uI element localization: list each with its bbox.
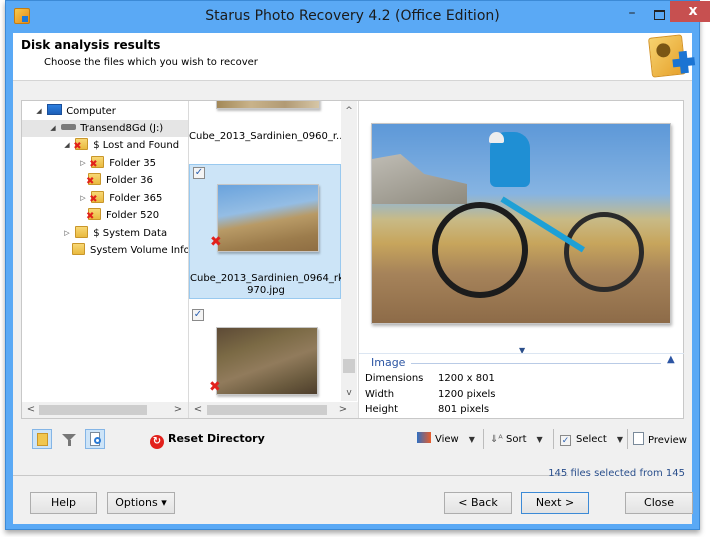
scroll-up-button[interactable]: ^ xyxy=(341,103,357,119)
checkbox-icon: ✓ xyxy=(560,435,571,446)
reset-directory-button[interactable]: ↻ Reset Directory xyxy=(150,431,265,449)
computer-icon xyxy=(47,104,63,115)
expanded-arrow-icon[interactable]: ◢ xyxy=(62,137,72,154)
deleted-folder-icon: ✖ xyxy=(73,138,89,152)
collapsed-arrow-icon[interactable]: ▷ xyxy=(78,155,88,172)
tree-horizontal-scrollbar[interactable]: < > xyxy=(22,402,188,418)
close-button[interactable]: Close xyxy=(625,492,693,514)
scrollbar-thumb[interactable] xyxy=(343,359,355,373)
tree-item-computer[interactable]: ◢ Computer xyxy=(34,103,116,120)
filter-button[interactable] xyxy=(58,429,78,449)
close-window-button[interactable]: x xyxy=(670,1,710,22)
results-panel: ◢ Computer ◢ Transend8Gd (J:) ◢ ✖ $ Lost … xyxy=(21,100,684,419)
scroll-left-button[interactable]: < xyxy=(24,402,38,418)
deleted-folder-icon: ✖ xyxy=(89,156,105,170)
page-subtitle: Choose the files which you wish to recov… xyxy=(44,57,258,68)
collapse-section-icon[interactable]: ▲ xyxy=(667,354,675,365)
find-file-button[interactable] xyxy=(85,429,105,449)
thumbnail-item-selected[interactable]: ✓ ✖ Cube_2013_Sardinien_0964_rk_ 970.jpg xyxy=(189,164,349,299)
scrollbar-thumb[interactable] xyxy=(39,405,147,415)
tree-item-folder-35[interactable]: ▷ ✖ Folder 35 xyxy=(78,155,156,172)
view-folders-toggle[interactable] xyxy=(32,429,52,449)
sort-button[interactable]: ⇓ᴬ Sort ▼ xyxy=(490,432,543,448)
preview-image xyxy=(371,123,671,324)
thumbnail-vertical-scrollbar[interactable]: ^ v xyxy=(341,101,357,401)
thumbnail-item[interactable]: ✓ ✖ xyxy=(189,306,341,401)
title-bar: Starus Photo Recovery 4.2 (Office Editio… xyxy=(6,1,710,33)
dropdown-arrow-icon[interactable]: ▼ xyxy=(469,435,475,444)
thumbnail-checkbox[interactable]: ✓ xyxy=(192,309,204,321)
tree-item-folder-520[interactable]: ✖ Folder 520 xyxy=(86,207,159,224)
scroll-down-button[interactable]: v xyxy=(341,385,357,401)
view-icon xyxy=(417,432,431,443)
deleted-folder-icon: ✖ xyxy=(86,208,101,222)
thumbnail-caption: Cube_2013_Sardinien_0964_rk_ 970.jpg xyxy=(190,273,349,296)
thumbnail-item[interactable]: Cube_2013_Sardinien_0960_r... xyxy=(189,101,346,149)
folder-tree: ◢ Computer ◢ Transend8Gd (J:) ◢ ✖ $ Lost … xyxy=(22,101,189,418)
property-row: Height 801 pixels xyxy=(365,404,490,415)
dropdown-arrow-icon[interactable]: ▼ xyxy=(537,435,543,444)
reset-icon: ↻ xyxy=(150,435,164,449)
page-title: Disk analysis results xyxy=(21,38,161,52)
property-row: Width 1200 pixels xyxy=(365,389,496,400)
tree-item-system-volume-information[interactable]: System Volume Inforr xyxy=(72,242,188,259)
deleted-folder-icon: ✖ xyxy=(89,191,105,205)
preview-button[interactable]: Preview xyxy=(633,432,687,449)
thumbnail-caption: Cube_2013_Sardinien_0960_r... xyxy=(189,131,346,142)
window-title: Starus Photo Recovery 4.2 (Office Editio… xyxy=(205,8,500,24)
thumbnail-list: Cube_2013_Sardinien_0960_r... ✓ ✖ Cube_2… xyxy=(189,101,359,418)
app-window: Starus Photo Recovery 4.2 (Office Editio… xyxy=(5,0,710,530)
minimize-button[interactable]: – xyxy=(619,5,645,25)
preview-icon xyxy=(633,432,644,445)
folder-icon xyxy=(72,243,85,255)
deleted-mark-icon: ✖ xyxy=(210,234,222,250)
wizard-header: Disk analysis results Choose the files w… xyxy=(13,33,696,81)
expanded-arrow-icon[interactable]: ◢ xyxy=(34,103,44,120)
collapsed-arrow-icon[interactable]: ▷ xyxy=(62,225,72,242)
tree-item-folder-365[interactable]: ▷ ✖ Folder 365 xyxy=(78,190,162,207)
scrollbar-thumb[interactable] xyxy=(207,405,327,415)
maximize-button[interactable] xyxy=(646,5,672,25)
next-button[interactable]: Next > xyxy=(521,492,589,514)
thumbnail-checkbox[interactable]: ✓ xyxy=(193,167,205,179)
thumbnail-image[interactable] xyxy=(216,327,318,395)
photo-recovery-logo-icon xyxy=(648,34,696,78)
tree-item-folder-36[interactable]: ✖ Folder 36 xyxy=(86,172,153,189)
drive-icon xyxy=(61,124,77,130)
expanded-arrow-icon[interactable]: ◢ xyxy=(48,120,58,137)
view-button[interactable]: View ▼ xyxy=(417,432,475,448)
back-button[interactable]: < Back xyxy=(444,492,512,514)
folder-icon xyxy=(75,226,89,238)
dialog-body: Disk analysis results Choose the files w… xyxy=(13,33,696,524)
select-button[interactable]: ✓ Select ▼ xyxy=(560,432,623,448)
tree-item-drive[interactable]: ◢ Transend8Gd (J:) xyxy=(22,120,188,137)
tree-item-system-data[interactable]: ▷ $ System Data xyxy=(62,225,167,242)
scroll-right-button[interactable]: > xyxy=(336,402,350,418)
thumbnail-horizontal-scrollbar[interactable]: < > xyxy=(189,402,358,418)
preview-pane: ▼ Image ▲ Dimensions 1200 x 801 Width 1200… xyxy=(359,101,684,418)
collapsed-arrow-icon[interactable]: ▷ xyxy=(78,190,88,207)
dropdown-arrow-icon[interactable]: ▼ xyxy=(617,435,623,444)
sort-icon: ⇓ᴬ xyxy=(490,434,503,445)
scroll-left-button[interactable]: < xyxy=(191,402,205,418)
property-row: Dimensions 1200 x 801 xyxy=(365,373,495,384)
options-button[interactable]: Options ▾ xyxy=(107,492,175,514)
thumbnail-image[interactable] xyxy=(216,101,320,109)
thumbnail-image[interactable] xyxy=(217,184,319,252)
deleted-folder-icon: ✖ xyxy=(86,173,101,187)
deleted-mark-icon: ✖ xyxy=(209,379,221,395)
help-button[interactable]: Help xyxy=(30,492,97,514)
properties-section-title: Image xyxy=(371,356,406,369)
selection-status: 145 files selected from 145 xyxy=(548,468,685,479)
scroll-right-button[interactable]: > xyxy=(171,402,185,418)
tree-item-lost-and-found[interactable]: ◢ ✖ $ Lost and Found xyxy=(62,137,179,154)
